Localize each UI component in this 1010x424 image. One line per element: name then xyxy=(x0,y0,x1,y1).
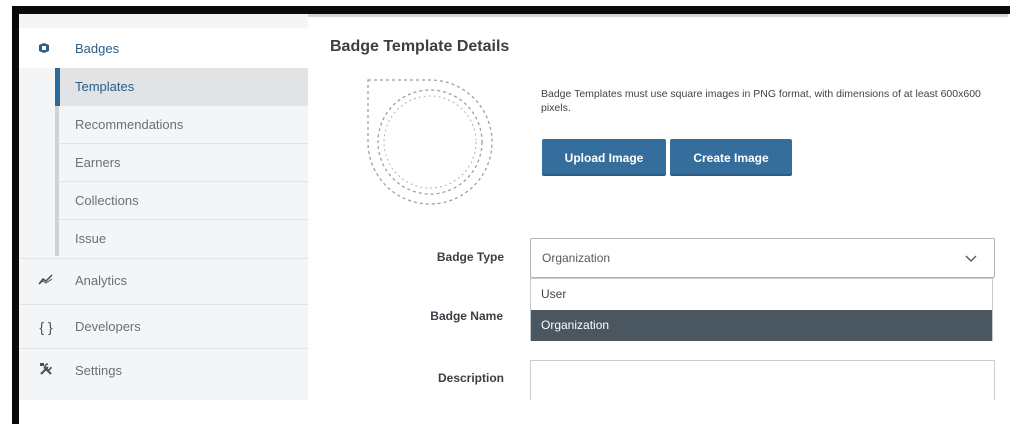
dropdown-option-organization[interactable]: Organization xyxy=(531,310,992,341)
option-label: User xyxy=(541,287,567,301)
badge-type-value: Organization xyxy=(542,251,611,265)
sidebar-subitem-collections[interactable]: Collections xyxy=(59,182,308,220)
description-textarea[interactable] xyxy=(530,360,995,400)
sidebar-item-analytics[interactable]: Analytics xyxy=(19,258,308,302)
active-indicator xyxy=(55,68,60,106)
image-requirements-text: Badge Templates must use square images i… xyxy=(541,88,981,114)
sidebar-subitem-label: Earners xyxy=(75,155,121,170)
sidebar-item-settings[interactable]: Settings xyxy=(19,348,308,392)
sidebar-subitem-label: Recommendations xyxy=(75,117,184,132)
analytics-icon xyxy=(37,272,55,289)
badge-icon xyxy=(37,41,55,55)
upload-image-button[interactable]: Upload Image xyxy=(542,139,666,176)
sidebar-item-developers[interactable]: { } Developers xyxy=(19,304,308,348)
create-image-button[interactable]: Create Image xyxy=(670,139,792,176)
sidebar-item-label: Settings xyxy=(75,363,122,378)
sidebar-subitem-label: Collections xyxy=(75,193,139,208)
window-frame-left xyxy=(12,6,19,424)
description-label: Description xyxy=(437,371,504,385)
sidebar-subitem-templates[interactable]: Templates xyxy=(59,68,308,106)
braces-icon: { } xyxy=(39,318,53,335)
badge-image-placeholder[interactable] xyxy=(364,76,496,213)
sidebar-subitem-label: Templates xyxy=(75,79,135,94)
sidebar-subitem-issue[interactable]: Issue xyxy=(59,220,308,258)
badge-type-select[interactable]: Organization xyxy=(530,238,995,278)
header-divider xyxy=(308,14,1008,17)
dropdown-option-user[interactable]: User xyxy=(531,279,992,309)
badge-type-label: Badge Type xyxy=(436,250,504,264)
sidebar-item-label: Badges xyxy=(75,40,120,56)
page-title: Badge Template Details xyxy=(330,38,510,55)
sidebar-item-label: Analytics xyxy=(75,273,128,288)
chevron-down-icon xyxy=(964,251,978,269)
sidebar-subitem-recommendations[interactable]: Recommendations xyxy=(59,106,308,144)
sidebar-subitem-earners[interactable]: Earners xyxy=(59,144,308,182)
badge-type-dropdown: User Organization xyxy=(530,278,993,341)
sidebar-subitem-label: Issue xyxy=(75,231,107,246)
sidebar: Badges Templates Recommendations Earners… xyxy=(19,14,308,400)
sidebar-item-label: Developers xyxy=(75,319,141,334)
window-frame-top xyxy=(12,6,1010,14)
option-label: Organization xyxy=(541,318,610,332)
badge-name-label: Badge Name xyxy=(430,309,503,323)
sidebar-item-badges[interactable]: Badges xyxy=(19,28,308,68)
tools-icon xyxy=(37,361,55,380)
